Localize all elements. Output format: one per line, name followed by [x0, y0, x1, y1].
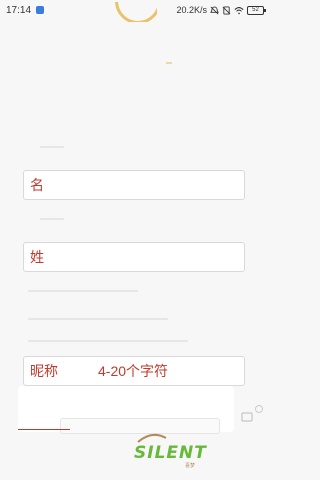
faint-label: [40, 146, 64, 148]
nickname-hint: 4-20个字符: [98, 363, 169, 379]
network-speed: 20.2K/s: [176, 5, 207, 15]
last-name-label: 姓: [30, 249, 44, 265]
nickname-field[interactable]: 昵称 4-20个字符: [23, 356, 245, 386]
silent-mode-icon: [222, 5, 231, 15]
status-time: 17:14: [6, 4, 32, 16]
watermark-brand: SILENT: [134, 443, 207, 463]
alarm-off-icon: [210, 5, 219, 15]
decorative-dash: [166, 62, 172, 64]
side-faint-icon-2: [250, 404, 268, 422]
notification-app-icon: [36, 6, 45, 14]
faint-label: [40, 218, 64, 220]
last-name-field[interactable]: 姓: [23, 242, 245, 272]
faint-text-line: [28, 290, 138, 292]
app-logo-arc: [113, 2, 157, 22]
wifi-icon: [234, 6, 244, 15]
accent-underline: [18, 429, 70, 430]
faint-text-line: [28, 340, 188, 342]
first-name-field[interactable]: 名: [23, 170, 245, 200]
first-name-label: 名: [30, 177, 44, 193]
faint-text-line: [28, 318, 168, 320]
nickname-label: 昵称: [30, 363, 58, 379]
watermark-sub: 喜梦: [185, 463, 196, 469]
battery-icon: 52: [247, 5, 266, 15]
status-right-group: 20.2K/s 52: [176, 5, 266, 15]
